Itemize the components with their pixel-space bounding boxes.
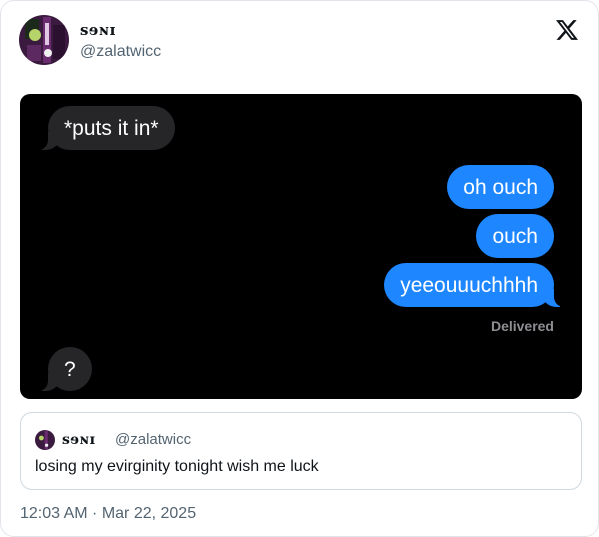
x-logo-icon[interactable]: [556, 19, 578, 41]
author-handle[interactable]: @zalatwicc: [80, 43, 161, 61]
tweet-card: ꜱɘɴɪ @zalatwicc *puts it in* oh ouch ouc…: [0, 0, 599, 537]
message-text: oh ouch: [463, 176, 538, 199]
quoted-author-avatar: [35, 430, 55, 450]
message-screenshot[interactable]: *puts it in* oh ouch ouch yeeouuuchhhh D…: [20, 94, 582, 399]
quoted-author-handle: @zalatwicc: [115, 431, 192, 448]
author-display-name[interactable]: ꜱɘɴɪ: [80, 21, 116, 39]
quoted-tweet-text: losing my evirginity tonight wish me luc…: [35, 458, 319, 475]
author-avatar[interactable]: [19, 15, 69, 65]
message-text: ?: [64, 358, 76, 381]
message-bubble-sent: yeeouuuchhhh: [384, 263, 564, 307]
quoted-author-name: ꜱɘɴɪ: [62, 432, 96, 448]
message-text: yeeouuuchhhh: [400, 274, 538, 297]
message-bubble-sent: oh ouch: [447, 165, 554, 209]
quoted-tweet[interactable]: ꜱɘɴɪ @zalatwicc losing my evirginity ton…: [20, 412, 582, 490]
delivered-status: Delivered: [490, 318, 554, 334]
message-text: ouch: [492, 225, 538, 248]
message-text: *puts it in*: [64, 117, 159, 140]
message-bubble-received: ?: [38, 347, 92, 391]
message-bubble-received: *puts it in*: [38, 106, 175, 150]
tweet-timestamp[interactable]: 12:03 AM · Mar 22, 2025: [20, 505, 196, 523]
message-bubble-sent: ouch: [476, 214, 554, 258]
